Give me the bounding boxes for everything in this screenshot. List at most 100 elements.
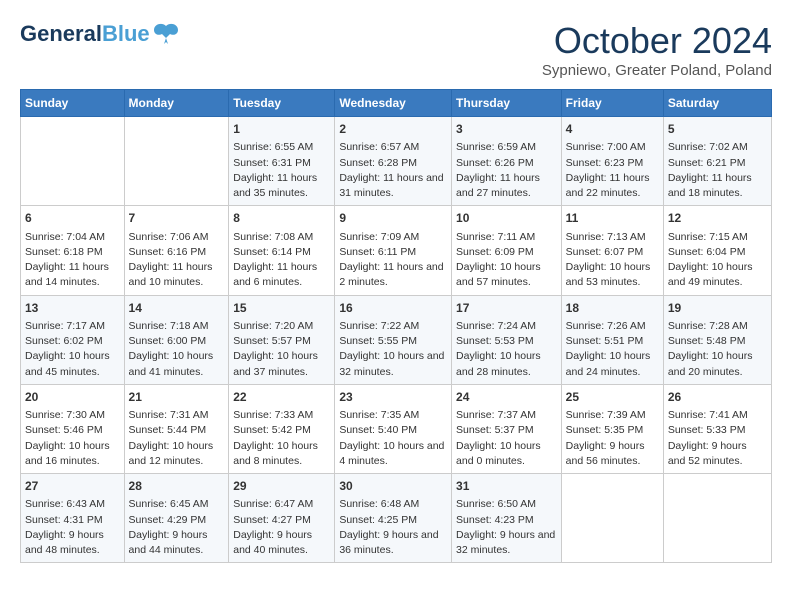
daylight-text: Daylight: 11 hours and 6 minutes.: [233, 260, 330, 290]
calendar-cell: 27Sunrise: 6:43 AMSunset: 4:31 PMDayligh…: [21, 474, 125, 563]
sunset-text: Sunset: 6:28 PM: [339, 156, 447, 171]
sunset-text: Sunset: 6:00 PM: [129, 334, 225, 349]
logo-bird-icon: [152, 20, 180, 48]
daylight-text: Daylight: 9 hours and 44 minutes.: [129, 528, 225, 558]
sunrise-text: Sunrise: 7:04 AM: [25, 230, 120, 245]
calendar-cell: 17Sunrise: 7:24 AMSunset: 5:53 PMDayligh…: [452, 295, 562, 384]
calendar-cell: 31 Sunrise: 6:50 AMSunset: 4:23 PMDayligh…: [452, 474, 562, 563]
sunset-text: Sunset: 5:46 PM: [25, 423, 120, 438]
calendar-cell: 9Sunrise: 7:09 AMSunset: 6:11 PMDaylight…: [335, 206, 452, 295]
day-number: 7: [129, 210, 225, 227]
sunrise-text: Sunrise: 7:20 AM: [233, 319, 330, 334]
sunset-text: Sunset: 6:09 PM: [456, 245, 557, 260]
day-number: 13: [25, 300, 120, 317]
sunrise-text: Sunrise: 7:00 AM: [566, 140, 659, 155]
day-number: 31: [456, 478, 557, 495]
day-number: 6: [25, 210, 120, 227]
daylight-text: Daylight: 11 hours and 10 minutes.: [129, 260, 225, 290]
calendar-cell: 14Sunrise: 7:18 AMSunset: 6:00 PMDayligh…: [124, 295, 229, 384]
calendar-cell: [663, 474, 771, 563]
sunrise-text: Sunrise: 7:02 AM: [668, 140, 767, 155]
calendar-cell: 6Sunrise: 7:04 AMSunset: 6:18 PMDaylight…: [21, 206, 125, 295]
day-number: 3: [456, 121, 557, 138]
sunrise-text: Sunrise: 6:50 AM: [456, 497, 557, 512]
sunrise-text: Sunrise: 7:17 AM: [25, 319, 120, 334]
daylight-text: Daylight: 9 hours and 56 minutes.: [566, 439, 659, 469]
sunrise-text: Sunrise: 6:55 AM: [233, 140, 330, 155]
calendar-cell: 13Sunrise: 7:17 AMSunset: 6:02 PMDayligh…: [21, 295, 125, 384]
daylight-text: Daylight: 9 hours and 36 minutes.: [339, 528, 447, 558]
daylight-text: Daylight: 9 hours and 32 minutes.: [456, 528, 557, 558]
calendar-cell: 30Sunrise: 6:48 AMSunset: 4:25 PMDayligh…: [335, 474, 452, 563]
calendar-cell: 16Sunrise: 7:22 AMSunset: 5:55 PMDayligh…: [335, 295, 452, 384]
sunset-text: Sunset: 5:51 PM: [566, 334, 659, 349]
calendar-cell: 5Sunrise: 7:02 AMSunset: 6:21 PMDaylight…: [663, 117, 771, 206]
sunset-text: Sunset: 4:29 PM: [129, 513, 225, 528]
calendar-header: SundayMondayTuesdayWednesdayThursdayFrid…: [21, 90, 772, 117]
sunrise-text: Sunrise: 7:15 AM: [668, 230, 767, 245]
calendar-cell: [561, 474, 663, 563]
day-number: 20: [25, 389, 120, 406]
day-number: 28: [129, 478, 225, 495]
calendar-cell: 22Sunrise: 7:33 AMSunset: 5:42 PMDayligh…: [229, 384, 335, 473]
daylight-text: Daylight: 9 hours and 48 minutes.: [25, 528, 120, 558]
sunset-text: Sunset: 6:11 PM: [339, 245, 447, 260]
day-number: 10: [456, 210, 557, 227]
day-number: 19: [668, 300, 767, 317]
sunset-text: Sunset: 4:23 PM: [456, 513, 557, 528]
daylight-text: Daylight: 11 hours and 22 minutes.: [566, 171, 659, 201]
daylight-text: Daylight: 9 hours and 52 minutes.: [668, 439, 767, 469]
calendar-cell: 21Sunrise: 7:31 AMSunset: 5:44 PMDayligh…: [124, 384, 229, 473]
calendar-body: 1Sunrise: 6:55 AMSunset: 6:31 PMDaylight…: [21, 117, 772, 563]
sunrise-text: Sunrise: 7:31 AM: [129, 408, 225, 423]
sunset-text: Sunset: 6:31 PM: [233, 156, 330, 171]
sunset-text: Sunset: 5:55 PM: [339, 334, 447, 349]
sunset-text: Sunset: 5:53 PM: [456, 334, 557, 349]
sunrise-text: Sunrise: 7:30 AM: [25, 408, 120, 423]
day-number: 15: [233, 300, 330, 317]
calendar-cell: 24Sunrise: 7:37 AMSunset: 5:37 PMDayligh…: [452, 384, 562, 473]
day-number: 8: [233, 210, 330, 227]
daylight-text: Daylight: 10 hours and 12 minutes.: [129, 439, 225, 469]
daylight-text: Daylight: 10 hours and 32 minutes.: [339, 349, 447, 379]
daylight-text: Daylight: 10 hours and 16 minutes.: [25, 439, 120, 469]
sunrise-text: Sunrise: 7:13 AM: [566, 230, 659, 245]
sunset-text: Sunset: 4:31 PM: [25, 513, 120, 528]
sunrise-text: Sunrise: 7:41 AM: [668, 408, 767, 423]
sunrise-text: Sunrise: 7:39 AM: [566, 408, 659, 423]
daylight-text: Daylight: 10 hours and 4 minutes.: [339, 439, 447, 469]
calendar-cell: 15Sunrise: 7:20 AMSunset: 5:57 PMDayligh…: [229, 295, 335, 384]
sunset-text: Sunset: 5:57 PM: [233, 334, 330, 349]
day-of-week-header: Monday: [124, 90, 229, 117]
sunrise-text: Sunrise: 6:43 AM: [25, 497, 120, 512]
day-number: 14: [129, 300, 225, 317]
daylight-text: Daylight: 11 hours and 18 minutes.: [668, 171, 767, 201]
calendar-week-row: 20Sunrise: 7:30 AMSunset: 5:46 PMDayligh…: [21, 384, 772, 473]
calendar-cell: 23Sunrise: 7:35 AMSunset: 5:40 PMDayligh…: [335, 384, 452, 473]
sunset-text: Sunset: 6:07 PM: [566, 245, 659, 260]
daylight-text: Daylight: 10 hours and 53 minutes.: [566, 260, 659, 290]
calendar-cell: 19Sunrise: 7:28 AMSunset: 5:48 PMDayligh…: [663, 295, 771, 384]
day-of-week-header: Tuesday: [229, 90, 335, 117]
calendar-cell: 29Sunrise: 6:47 AMSunset: 4:27 PMDayligh…: [229, 474, 335, 563]
page-header: GeneralBlue October 2024 Sypniewo, Great…: [20, 20, 772, 79]
daylight-text: Daylight: 10 hours and 28 minutes.: [456, 349, 557, 379]
day-of-week-header: Wednesday: [335, 90, 452, 117]
sunrise-text: Sunrise: 7:35 AM: [339, 408, 447, 423]
day-number: 25: [566, 389, 659, 406]
month-title: October 2024: [542, 20, 772, 62]
daylight-text: Daylight: 10 hours and 20 minutes.: [668, 349, 767, 379]
calendar-week-row: 6Sunrise: 7:04 AMSunset: 6:18 PMDaylight…: [21, 206, 772, 295]
calendar-cell: [21, 117, 125, 206]
sunset-text: Sunset: 5:37 PM: [456, 423, 557, 438]
day-of-week-header: Friday: [561, 90, 663, 117]
calendar-cell: 2Sunrise: 6:57 AMSunset: 6:28 PMDaylight…: [335, 117, 452, 206]
day-number: 24: [456, 389, 557, 406]
sunset-text: Sunset: 5:44 PM: [129, 423, 225, 438]
daylight-text: Daylight: 9 hours and 40 minutes.: [233, 528, 330, 558]
calendar-cell: 10Sunrise: 7:11 AMSunset: 6:09 PMDayligh…: [452, 206, 562, 295]
calendar-cell: 7Sunrise: 7:06 AMSunset: 6:16 PMDaylight…: [124, 206, 229, 295]
sunrise-text: Sunrise: 7:28 AM: [668, 319, 767, 334]
day-number: 17: [456, 300, 557, 317]
day-number: 22: [233, 389, 330, 406]
